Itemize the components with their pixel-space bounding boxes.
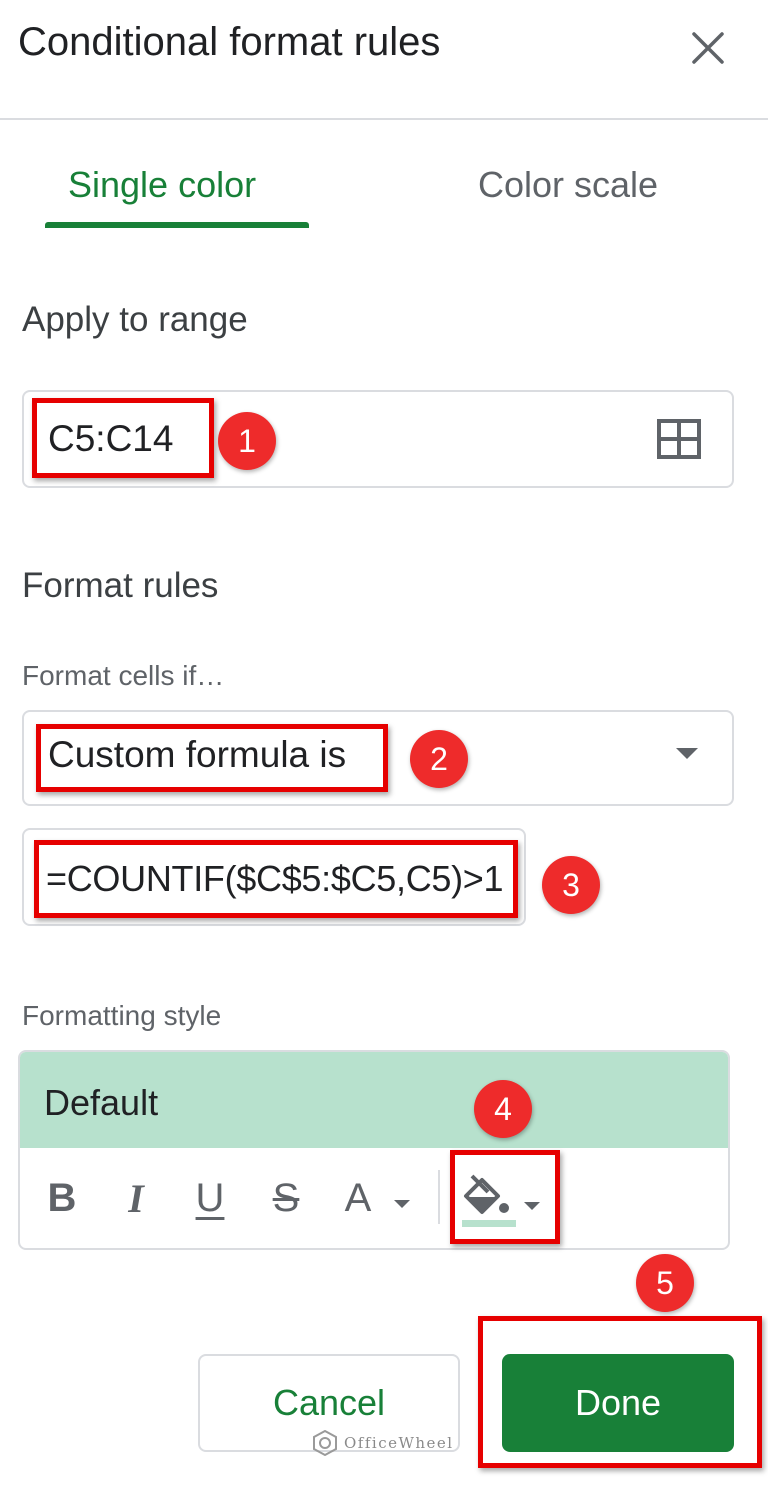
- chevron-down-icon[interactable]: [676, 748, 698, 759]
- toolbar-separator: [438, 1170, 440, 1224]
- annotation-box-fill-color: [450, 1150, 560, 1244]
- annotation-badge-3: 3: [542, 856, 600, 914]
- format-rules-heading: Format rules: [22, 566, 219, 605]
- text-color-caret-icon[interactable]: [394, 1200, 410, 1208]
- annotation-box-condition: [36, 724, 388, 792]
- style-preview-text: Default: [44, 1082, 159, 1123]
- active-tab-indicator: [45, 222, 309, 228]
- annotation-box-range: [32, 398, 214, 478]
- header-divider: [0, 118, 768, 120]
- bold-button[interactable]: B: [40, 1170, 84, 1226]
- annotation-box-formula: [34, 840, 518, 918]
- style-preview[interactable]: Default: [20, 1052, 728, 1148]
- watermark-text: OfficeWheel: [344, 1434, 454, 1452]
- grid-icon[interactable]: [656, 418, 702, 460]
- formatting-style-label: Formatting style: [22, 1000, 222, 1031]
- watermark: OfficeWheel: [312, 1430, 454, 1456]
- annotation-badge-5: 5: [636, 1254, 694, 1312]
- underline-button[interactable]: U: [188, 1170, 232, 1226]
- italic-button[interactable]: I: [114, 1170, 158, 1226]
- strikethrough-button[interactable]: S: [262, 1170, 310, 1226]
- tab-color-scale[interactable]: Color scale: [478, 164, 658, 206]
- annotation-badge-1: 1: [218, 412, 276, 470]
- annotation-badge-4: 4: [474, 1080, 532, 1138]
- text-color-button[interactable]: A: [338, 1170, 378, 1226]
- tab-single-color[interactable]: Single color: [68, 164, 256, 206]
- annotation-box-done: [478, 1316, 762, 1468]
- close-icon[interactable]: [686, 26, 730, 70]
- watermark-logo-icon: [313, 1430, 337, 1456]
- format-cells-if-label: Format cells if…: [22, 660, 225, 691]
- dialog-title: Conditional format rules: [18, 20, 441, 64]
- annotation-badge-2: 2: [410, 730, 468, 788]
- apply-to-range-heading: Apply to range: [22, 300, 248, 339]
